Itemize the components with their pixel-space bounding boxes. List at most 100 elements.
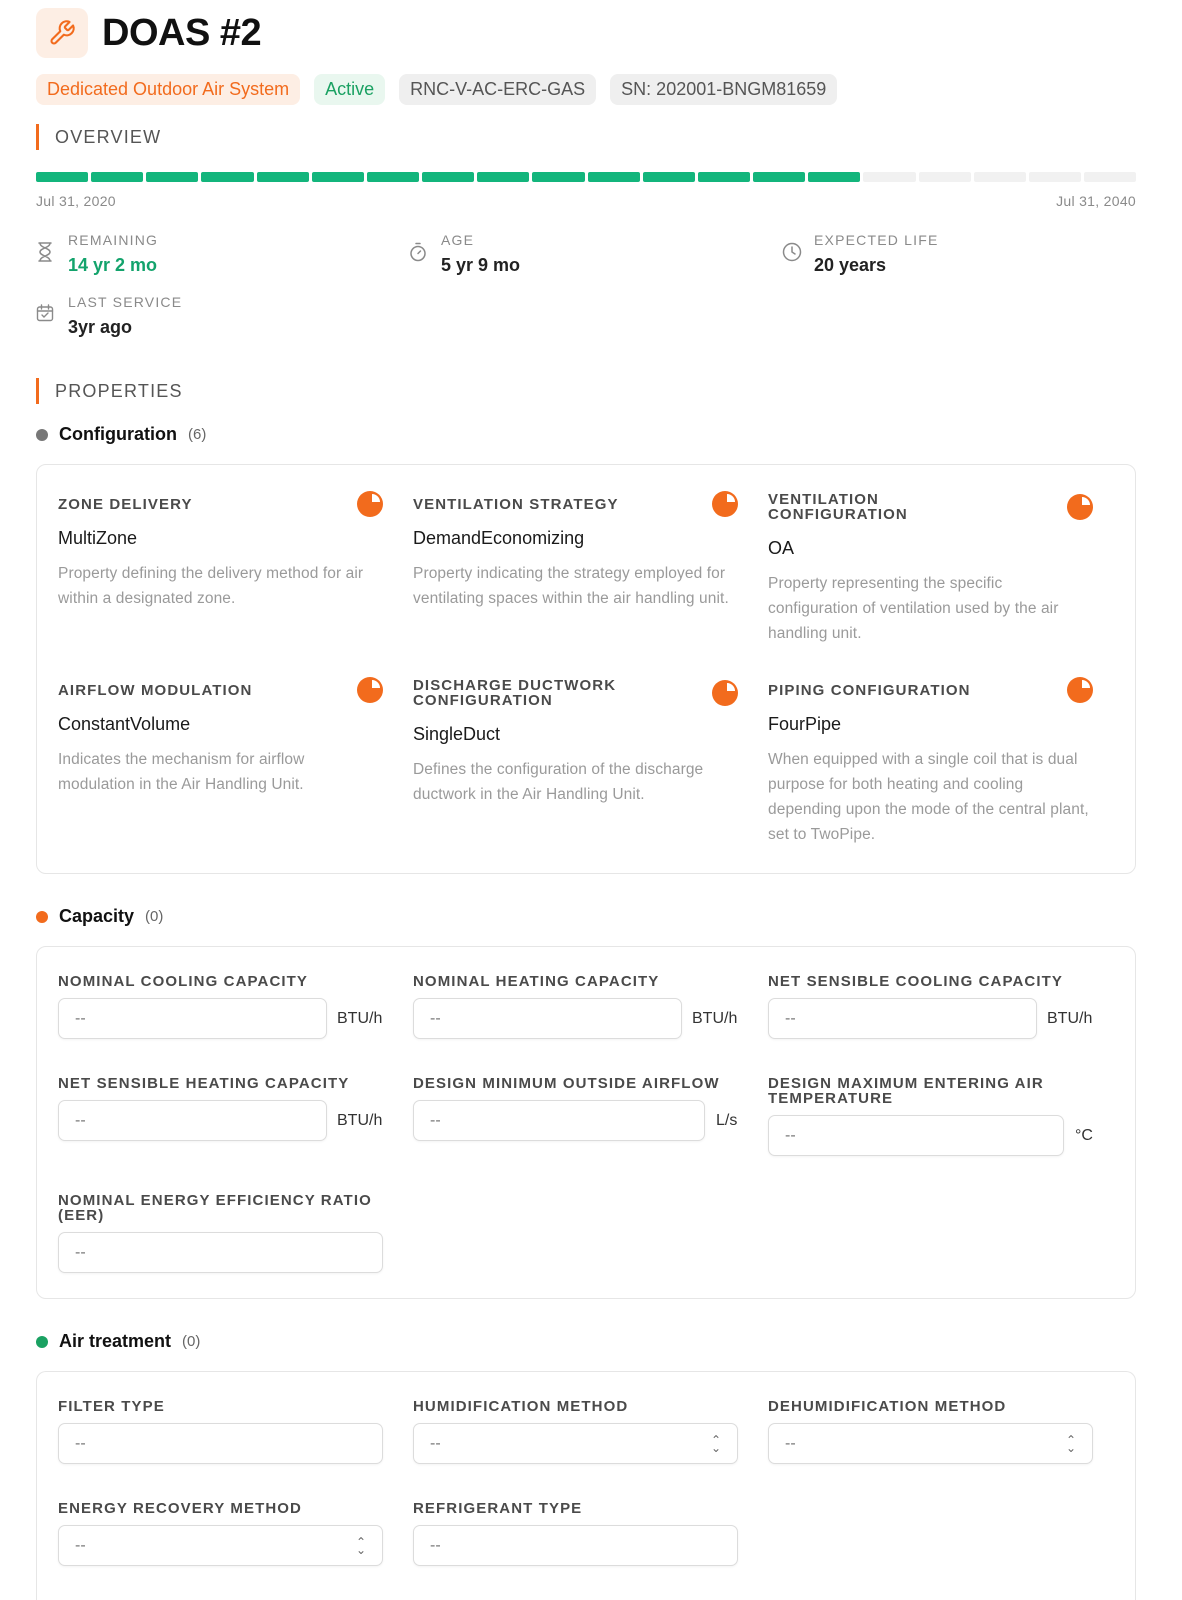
pie-indicator-icon[interactable] [1067, 677, 1093, 703]
energy-recovery-method-select[interactable]: -- ⌃ ⌄ [58, 1525, 383, 1566]
property-description: When equipped with a single coil that is… [768, 751, 1089, 843]
nominal-heating-capacity-field: NOMINAL HEATING CAPACITY [413, 974, 659, 989]
group-dot [36, 428, 48, 441]
refrigerant-type-input[interactable]: -- [413, 1525, 738, 1566]
property-description: Property indicating the strategy employe… [413, 565, 729, 607]
chevron-up-down-icon: ⌃ ⌄ [710, 1432, 721, 1455]
field-label: ENERGY RECOVERY METHOD [58, 1500, 302, 1517]
property-label: VENTILATION STRATEGY [413, 496, 619, 513]
unit-label: BTU/h [337, 1112, 383, 1129]
field-label: NOMINAL COOLING CAPACITY [58, 973, 309, 990]
net-sensible-cooling-capacity-input[interactable]: -- [768, 998, 1037, 1039]
configuration-card: ZONE DELIVERY MultiZone Property definin… [36, 464, 1136, 874]
humidification-method-field: HUMIDIFICATION METHOD [413, 1399, 628, 1414]
pie-indicator-icon[interactable] [712, 680, 738, 706]
unit-label: BTU/h [1047, 1010, 1093, 1027]
field-label: REFRIGERANT TYPE [413, 1500, 583, 1517]
nominal-cooling-capacity-field: NOMINAL COOLING CAPACITY [58, 974, 308, 989]
age-stat: AGE 5 yr 9 mo [409, 232, 520, 276]
page-header: DOAS #2 [36, 8, 262, 58]
last-service-stat: LAST SERVICE 3yr ago [36, 294, 182, 338]
property-label: PIPING CONFIGURATION [768, 682, 971, 699]
property-piping-configuration: PIPING CONFIGURATION FourPipe When equip… [768, 683, 1098, 847]
property-value: MultiZone [58, 528, 138, 548]
property-value: FourPipe [768, 714, 842, 734]
timeline-segment [1083, 172, 1137, 182]
property-value: ConstantVolume [58, 714, 191, 734]
unit-label: BTU/h [337, 1010, 383, 1027]
design-maximum-entering-air-temperature-input[interactable]: -- [768, 1115, 1064, 1156]
pie-indicator-icon[interactable] [1067, 494, 1093, 520]
properties-heading: PROPERTIES [36, 378, 183, 404]
net-sensible-heating-capacity-field: NET SENSIBLE HEATING CAPACITY [58, 1076, 349, 1091]
capacity-group-header[interactable]: Capacity (0) [36, 906, 163, 927]
property-label: ZONE DELIVERY [58, 496, 193, 513]
refrigerant-type-field: REFRIGERANT TYPE [413, 1501, 582, 1516]
property-description: Defines the configuration of the dischar… [413, 761, 704, 803]
unit-label: L/s [716, 1112, 738, 1129]
expected-life-stat: EXPECTED LIFE 20 years [782, 232, 939, 276]
nominal-eer-input[interactable]: -- [58, 1232, 383, 1273]
timeline-segment [863, 172, 916, 182]
chevron-up-down-icon: ⌃ ⌄ [355, 1534, 366, 1557]
property-description: Property representing the specific confi… [768, 575, 1059, 642]
property-ventilation-configuration: VENTILATION CONFIGURATION OA Property re… [768, 492, 1068, 646]
property-label: DISCHARGE DUCTWORK CONFIGURATION [413, 677, 617, 709]
timeline-segment [422, 172, 475, 182]
property-airflow-modulation: AIRFLOW MODULATION ConstantVolume Indica… [58, 683, 348, 797]
field-label: HUMIDIFICATION METHOD [413, 1398, 629, 1415]
property-description: Indicates the mechanism for airflow modu… [58, 751, 305, 793]
timeline-segment [697, 172, 751, 182]
badge-row: Dedicated Outdoor Air System Active RNC-… [36, 74, 838, 105]
age-label: AGE [441, 232, 475, 248]
calendar-icon [36, 304, 56, 326]
pie-indicator-icon[interactable] [357, 491, 383, 517]
configuration-count: (6) [187, 426, 207, 443]
page-title: DOAS #2 [102, 11, 262, 54]
property-description: Property defining the delivery method fo… [58, 565, 364, 607]
capacity-title: Capacity [59, 906, 135, 926]
humidification-method-select[interactable]: -- ⌃ ⌄ [413, 1423, 738, 1464]
pie-indicator-icon[interactable] [712, 491, 738, 517]
overview-heading: OVERVIEW [36, 124, 161, 150]
net-sensible-cooling-capacity-field: NET SENSIBLE COOLING CAPACITY [768, 974, 1063, 989]
expected-life-value: 20 years [814, 255, 887, 275]
timeline-segment [918, 172, 971, 182]
timeline-end-date: Jul 31, 2040 [1056, 193, 1136, 209]
nominal-heating-capacity-input[interactable]: -- [413, 998, 682, 1039]
last-service-value: 3yr ago [68, 317, 133, 337]
net-sensible-heating-capacity-input[interactable]: -- [58, 1100, 327, 1141]
unit-label: °C [1075, 1127, 1093, 1144]
timeline-segment [1028, 172, 1081, 182]
filter-type-input[interactable]: -- [58, 1423, 383, 1464]
remaining-stat: REMAINING 14 yr 2 mo [36, 232, 158, 276]
nominal-cooling-capacity-input[interactable]: -- [58, 998, 327, 1039]
property-label: VENTILATION CONFIGURATION [768, 491, 908, 523]
status-badge: Active [314, 74, 386, 105]
timeline-segment [36, 172, 89, 182]
group-dot [36, 1335, 48, 1348]
property-value: OA [768, 538, 795, 558]
timeline-segment [201, 172, 254, 182]
model-badge: RNC-V-AC-ERC-GAS [399, 74, 597, 105]
air-treatment-group-header[interactable]: Air treatment (0) [36, 1331, 200, 1352]
remaining-label: REMAINING [68, 232, 159, 248]
lifespan-timeline [36, 172, 1137, 182]
field-label: FILTER TYPE [58, 1398, 165, 1415]
field-label: NOMINAL HEATING CAPACITY [413, 973, 660, 990]
air-treatment-card: FILTER TYPE -- HUMIDIFICATION METHOD -- … [36, 1371, 1136, 1600]
timeline-segment [753, 172, 806, 182]
pie-indicator-icon[interactable] [357, 677, 383, 703]
dehumidification-method-select[interactable]: -- ⌃ ⌄ [768, 1423, 1093, 1464]
property-value: SingleDuct [413, 724, 501, 744]
timeline-segment [366, 172, 420, 182]
air-treatment-count: (0) [182, 1333, 201, 1350]
timeline-start-date: Jul 31, 2020 [36, 193, 116, 209]
timeline-segment [91, 172, 144, 182]
last-service-label: LAST SERVICE [68, 294, 183, 310]
hourglass-icon [36, 242, 56, 264]
configuration-group-header[interactable]: Configuration (6) [36, 424, 206, 445]
timeline-segment [808, 172, 861, 182]
design-minimum-outside-airflow-input[interactable]: -- [413, 1100, 705, 1141]
unit-label: BTU/h [692, 1010, 738, 1027]
